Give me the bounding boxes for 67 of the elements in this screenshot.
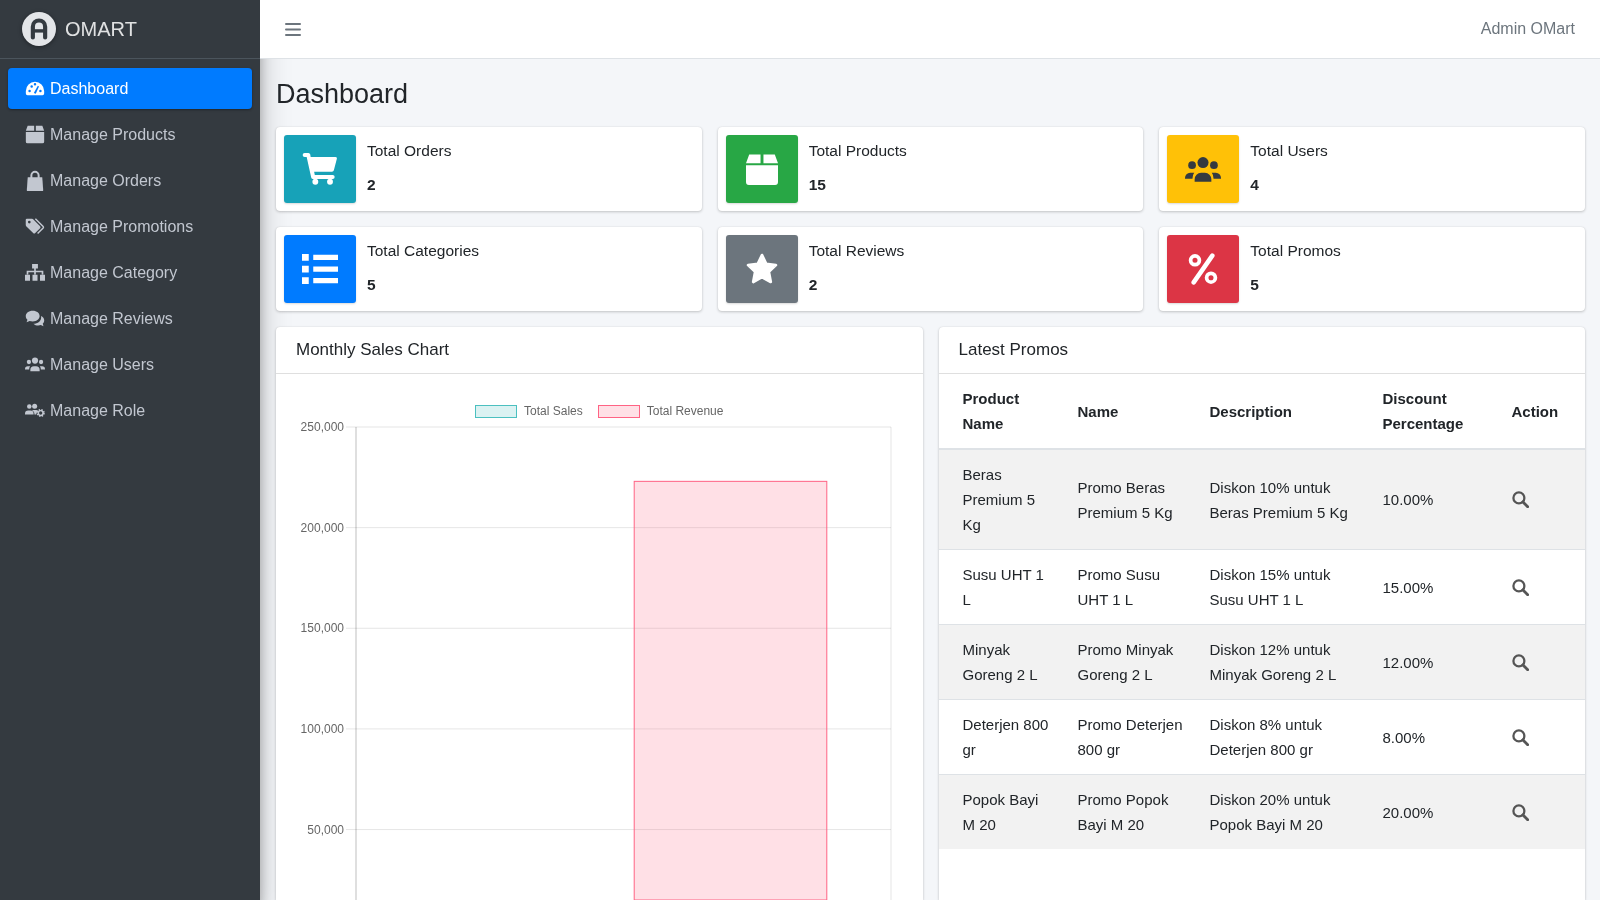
table-cell: Diskon 20% untuk Popok Bayi M 20 bbox=[1197, 774, 1371, 849]
gauge-icon bbox=[25, 81, 45, 96]
user-name[interactable]: Admin OMart bbox=[1480, 20, 1575, 38]
stat-value: 5 bbox=[367, 275, 376, 295]
y-axis-label: 50,000 bbox=[307, 822, 344, 837]
users-gear-icon bbox=[25, 403, 45, 418]
table-cell: Diskon 12% untuk Minyak Goreng 2 L bbox=[1197, 624, 1371, 700]
stat-value: 4 bbox=[1250, 175, 1259, 195]
search-icon[interactable] bbox=[1511, 491, 1529, 508]
stat-value: 2 bbox=[367, 175, 376, 195]
menu-icon[interactable] bbox=[285, 22, 301, 36]
nav-link[interactable]: Manage Role bbox=[8, 390, 252, 431]
table-cell: 20.00% bbox=[1370, 774, 1500, 849]
nav-link[interactable]: Manage Products bbox=[8, 114, 252, 155]
search-icon[interactable] bbox=[1511, 803, 1529, 821]
table-cell: 8.00% bbox=[1370, 699, 1500, 775]
y-axis-label: 150,000 bbox=[300, 621, 344, 636]
table-cell: Promo Susu UHT 1 L bbox=[1065, 549, 1198, 625]
y-axis-label: 200,000 bbox=[300, 520, 344, 535]
table-cell: 15.00% bbox=[1370, 549, 1500, 625]
search-icon[interactable] bbox=[1511, 653, 1529, 671]
card-title: Monthly Sales Chart bbox=[296, 339, 450, 361]
stat-title: Total Categories bbox=[367, 241, 479, 261]
table-cell: Diskon 15% untuk Susu UHT 1 L bbox=[1197, 549, 1371, 625]
table-cell: Diskon 8% untuk Deterjen 800 gr bbox=[1197, 699, 1371, 775]
table-cell: Susu UHT 1 L bbox=[938, 549, 1066, 625]
card-title: Latest Promos bbox=[958, 339, 1069, 361]
table-cell: Promo Minyak Goreng 2 L bbox=[1065, 624, 1198, 700]
search-icon[interactable] bbox=[1511, 728, 1529, 746]
hierarchy-icon bbox=[25, 264, 45, 281]
tags-icon bbox=[25, 218, 45, 235]
nav-link[interactable]: Manage Promotions bbox=[8, 206, 252, 247]
table-cell: Popok Bayi M 20 bbox=[938, 774, 1066, 849]
stat-title: Total Reviews bbox=[808, 241, 905, 261]
stat-title: Total Promos bbox=[1250, 241, 1341, 261]
search-icon[interactable] bbox=[1511, 578, 1529, 596]
legend-label: Total Revenue bbox=[646, 404, 724, 418]
shopping-bag-icon bbox=[25, 169, 45, 192]
nav-link[interactable]: Manage Users bbox=[8, 344, 252, 385]
table-cell: Promo Deterjen 800 gr bbox=[1065, 699, 1198, 775]
stat-value: 2 bbox=[808, 275, 818, 295]
box-icon bbox=[25, 125, 45, 144]
table-cell: Beras Premium 5 Kg bbox=[938, 449, 1066, 550]
nav-link[interactable]: Manage Category bbox=[8, 252, 252, 293]
users-icon bbox=[25, 357, 45, 372]
stat-title: Total Orders bbox=[367, 141, 452, 161]
stat-title: Total Products bbox=[808, 141, 907, 161]
table-cell: Minyak Goreng 2 L bbox=[938, 624, 1066, 700]
legend-label: Total Sales bbox=[524, 404, 583, 418]
table-cell: 10.00% bbox=[1370, 449, 1500, 550]
table-cell: 12.00% bbox=[1370, 624, 1500, 700]
table-cell: Diskon 10% untuk Beras Premium 5 Kg bbox=[1197, 449, 1371, 550]
logo-icon bbox=[22, 12, 56, 46]
y-axis-label: 250,000 bbox=[300, 420, 344, 434]
table-cell: Deterjen 800 gr bbox=[938, 699, 1066, 775]
table-cell: Promo Beras Premium 5 Kg bbox=[1065, 449, 1198, 550]
brand-name[interactable]: OMART bbox=[65, 17, 137, 41]
nav-link[interactable]: Dashboard bbox=[8, 68, 252, 109]
y-axis-label: 100,000 bbox=[300, 721, 344, 736]
chat-bubbles-icon bbox=[25, 310, 45, 327]
nav-link[interactable]: Manage Orders bbox=[8, 160, 252, 201]
stat-value: 15 bbox=[808, 175, 826, 195]
table-cell: Promo Popok Bayi M 20 bbox=[1065, 774, 1198, 849]
stat-title: Total Users bbox=[1250, 141, 1328, 161]
nav-link[interactable]: Manage Reviews bbox=[8, 298, 252, 339]
stat-value: 5 bbox=[1250, 275, 1259, 295]
page-title: Dashboard bbox=[276, 78, 409, 111]
